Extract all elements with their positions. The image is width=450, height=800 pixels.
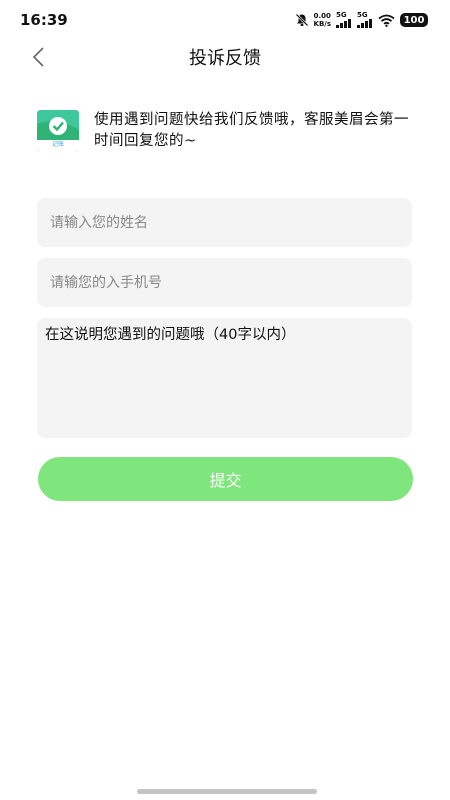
battery-icon: 100 bbox=[400, 13, 428, 27]
signal-icon bbox=[336, 19, 351, 28]
app-logo-label: 记账 bbox=[51, 141, 64, 148]
net-speed: 0.00 KB/s bbox=[314, 12, 331, 28]
status-bar: 16:39 0.00 KB/s 5G 5G 100 bbox=[0, 0, 450, 40]
signal-1: 5G bbox=[336, 12, 352, 28]
status-icons: 0.00 KB/s 5G 5G 100 bbox=[295, 12, 428, 28]
name-input[interactable] bbox=[37, 198, 412, 247]
battery-level: 100 bbox=[403, 14, 425, 26]
submit-button[interactable]: 提交 bbox=[38, 457, 413, 501]
intro-text: 使用遇到问题快给我们反馈哦，客服美眉会第一时间回复您的~ bbox=[94, 112, 409, 149]
signal-2: 5G bbox=[357, 12, 373, 28]
signal-icon bbox=[357, 19, 372, 28]
net-speed-unit: KB/s bbox=[313, 20, 331, 28]
signal-1-label: 5G bbox=[336, 11, 347, 19]
app-logo: 记账 bbox=[37, 110, 79, 152]
status-time: 16:39 bbox=[20, 11, 68, 29]
signal-2-label: 5G bbox=[357, 11, 368, 19]
intro-section: 记账 使用遇到问题快给我们反馈哦，客服美眉会第一时间回复您的~ bbox=[37, 110, 417, 152]
phone-input[interactable] bbox=[37, 258, 412, 307]
page-title: 投诉反馈 bbox=[189, 48, 261, 69]
nav-bar: 投诉反馈 bbox=[0, 40, 450, 74]
net-speed-value: 0.00 bbox=[313, 12, 331, 20]
wifi-icon bbox=[378, 14, 395, 27]
bell-mute-icon bbox=[295, 13, 308, 27]
home-indicator[interactable] bbox=[137, 789, 317, 794]
description-textarea[interactable] bbox=[37, 318, 412, 438]
